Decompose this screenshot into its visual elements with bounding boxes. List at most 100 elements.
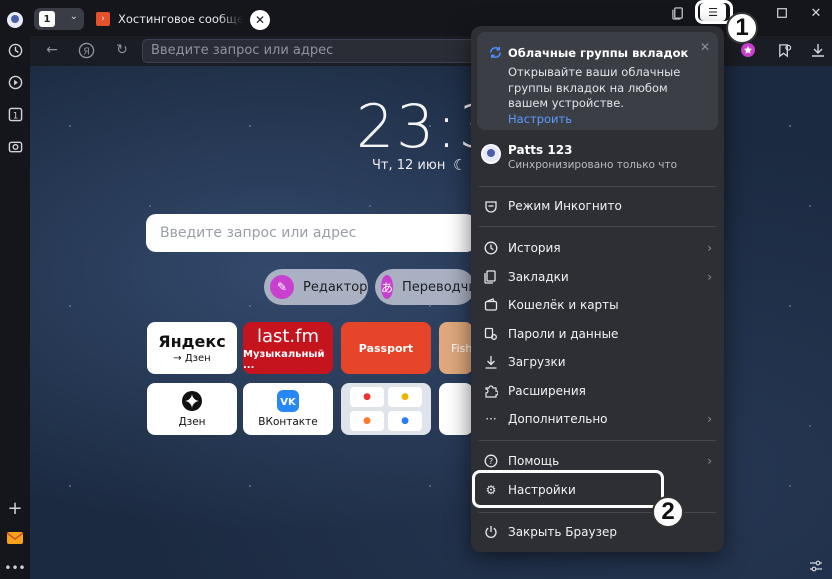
- tile-fish-title: Fish: [451, 341, 473, 355]
- power-icon: [483, 524, 499, 540]
- divider: [479, 226, 716, 227]
- folder-mini-grid: ● ● ● ●: [350, 387, 422, 431]
- mini-tile-icon: ●: [388, 387, 422, 407]
- history-clock-icon[interactable]: [5, 40, 25, 60]
- tile-fish[interactable]: Fish: [439, 322, 473, 374]
- extensions-icon: [483, 383, 499, 399]
- tile-partial[interactable]: [439, 383, 473, 435]
- history-icon: [483, 240, 499, 256]
- highlight-settings: [472, 470, 664, 508]
- tab-title: Хостинговое сообщество: [118, 12, 243, 26]
- menu-item-downloads[interactable]: Загрузки: [471, 349, 724, 375]
- chevron-down-icon: ⌄: [69, 11, 78, 22]
- back-arrow-icon[interactable]: ←: [42, 40, 62, 60]
- mini-tile-icon: ●: [388, 411, 422, 431]
- menu-item-incognito[interactable]: Режим Инкогнито: [471, 193, 724, 219]
- editor-chip-label: Редактор: [303, 279, 368, 295]
- menu-item-label: Пароли и данные: [508, 327, 619, 341]
- menu-item-label: Загрузки: [508, 355, 566, 369]
- avatar[interactable]: [481, 144, 501, 164]
- customize-sliders-icon[interactable]: [806, 556, 826, 576]
- maximize-icon[interactable]: [772, 3, 792, 23]
- close-icon[interactable]: ✕: [700, 40, 710, 54]
- tile-yandex[interactable]: Яндекс → Дзен: [147, 322, 237, 374]
- promo-title: Облачные группы вкладок: [508, 46, 689, 60]
- browser-tab[interactable]: › Хостинговое сообщество: [90, 6, 270, 32]
- tile-lastfm-subtitle: Музыкальный ...: [243, 348, 325, 371]
- translate-chip[interactable]: あ Переводчи: [375, 269, 475, 305]
- more-icon: ···: [485, 412, 497, 426]
- tile-vk[interactable]: VK ВКонтакте: [243, 383, 333, 435]
- tile-dzen[interactable]: Дзен: [147, 383, 237, 435]
- left-sidebar: 1 + •••: [0, 0, 30, 579]
- vk-icon: VK: [277, 390, 299, 412]
- chevron-right-icon: ›: [707, 412, 712, 426]
- yandex-logo-icon[interactable]: Я: [76, 40, 96, 60]
- promo-setup-link[interactable]: Настроить: [508, 112, 572, 126]
- profile-avatar-icon[interactable]: [5, 10, 25, 30]
- mail-icon[interactable]: [5, 528, 25, 548]
- menu-item-bookmarks[interactable]: Закладки ›: [471, 264, 724, 290]
- tile-folder[interactable]: ● ● ● ●: [341, 383, 431, 435]
- collections-icon[interactable]: [774, 40, 794, 60]
- chevron-right-icon: ›: [707, 454, 712, 468]
- tab-count: 1: [39, 11, 55, 27]
- callout-badge-2: 2: [652, 496, 684, 528]
- bookmarks-panel-icon[interactable]: [668, 3, 688, 23]
- key-icon: [483, 326, 499, 342]
- wallet-icon: [483, 297, 499, 313]
- incognito-icon: [483, 198, 499, 214]
- menu-item-label: Закладки: [508, 270, 569, 284]
- translate-icon: あ: [381, 275, 394, 299]
- tile-yandex-title: Яндекс: [158, 332, 226, 351]
- editor-icon: ✎: [270, 275, 294, 299]
- tile-passport[interactable]: Passport: [341, 322, 431, 374]
- menu-item-label: Режим Инкогнито: [508, 199, 622, 213]
- play-icon[interactable]: [5, 72, 25, 92]
- divider: [479, 440, 716, 441]
- search-input[interactable]: Введите запрос или адрес: [146, 214, 476, 252]
- menu-item-more[interactable]: ··· Дополнительно ›: [471, 406, 724, 432]
- profile-name[interactable]: Patts 123: [508, 143, 572, 157]
- address-input[interactable]: Введите запрос или адрес: [142, 39, 482, 63]
- tile-lastfm[interactable]: last.fm Музыкальный ...: [243, 322, 333, 374]
- tile-passport-title: Passport: [358, 341, 414, 355]
- svg-text:1: 1: [12, 110, 17, 120]
- screenshot-icon[interactable]: [5, 136, 25, 156]
- tile-yandex-subtitle: → Дзен: [173, 353, 211, 364]
- tab-favicon-icon: ›: [96, 12, 110, 26]
- more-dots-icon[interactable]: •••: [4, 558, 25, 578]
- bookmarks-icon: [483, 269, 499, 285]
- promo-text: Открывайте ваши облачные группы вкладок …: [508, 65, 681, 110]
- download-icon: [483, 354, 499, 370]
- tile-vk-title: ВКонтакте: [258, 416, 318, 428]
- menu-item-history[interactable]: История ›: [471, 235, 724, 261]
- help-icon: ?: [483, 453, 499, 469]
- date: Чт, 12 июн: [372, 158, 446, 173]
- menu-item-exit[interactable]: Закрыть Браузер: [471, 519, 724, 545]
- editor-chip[interactable]: ✎ Редактор: [264, 269, 368, 305]
- profile-sync-status: Синхронизировано только что: [508, 159, 678, 171]
- menu-item-label: Закрыть Браузер: [508, 525, 617, 539]
- tab-group-button[interactable]: 1 ⌄: [34, 8, 84, 30]
- svg-text:Я: Я: [83, 46, 90, 57]
- menu-item-label: Расширения: [508, 384, 586, 398]
- moon-icon: ☾: [453, 156, 467, 174]
- menu-item-extensions[interactable]: Расширения: [471, 378, 724, 404]
- menu-item-wallet[interactable]: Кошелёк и карты: [471, 292, 724, 318]
- tile-lastfm-title: last.fm: [256, 325, 320, 347]
- reload-icon[interactable]: ↻: [112, 40, 132, 60]
- close-window-icon[interactable]: ✕: [806, 3, 826, 23]
- add-panel-icon[interactable]: +: [5, 498, 25, 519]
- dzen-icon: [182, 391, 202, 411]
- chevron-right-icon: ›: [707, 270, 712, 284]
- tab-close-icon[interactable]: ✕: [250, 10, 270, 30]
- downloads-icon[interactable]: [808, 40, 828, 60]
- cloud-sync-icon: [487, 44, 503, 60]
- menu-item-passwords[interactable]: Пароли и данные: [471, 321, 724, 347]
- divider: [479, 186, 716, 187]
- tab-counter-icon[interactable]: 1: [5, 104, 25, 124]
- translate-chip-label: Переводчи: [402, 279, 475, 295]
- svg-text:VK: VK: [280, 397, 297, 408]
- menu-item-label: История: [508, 241, 561, 255]
